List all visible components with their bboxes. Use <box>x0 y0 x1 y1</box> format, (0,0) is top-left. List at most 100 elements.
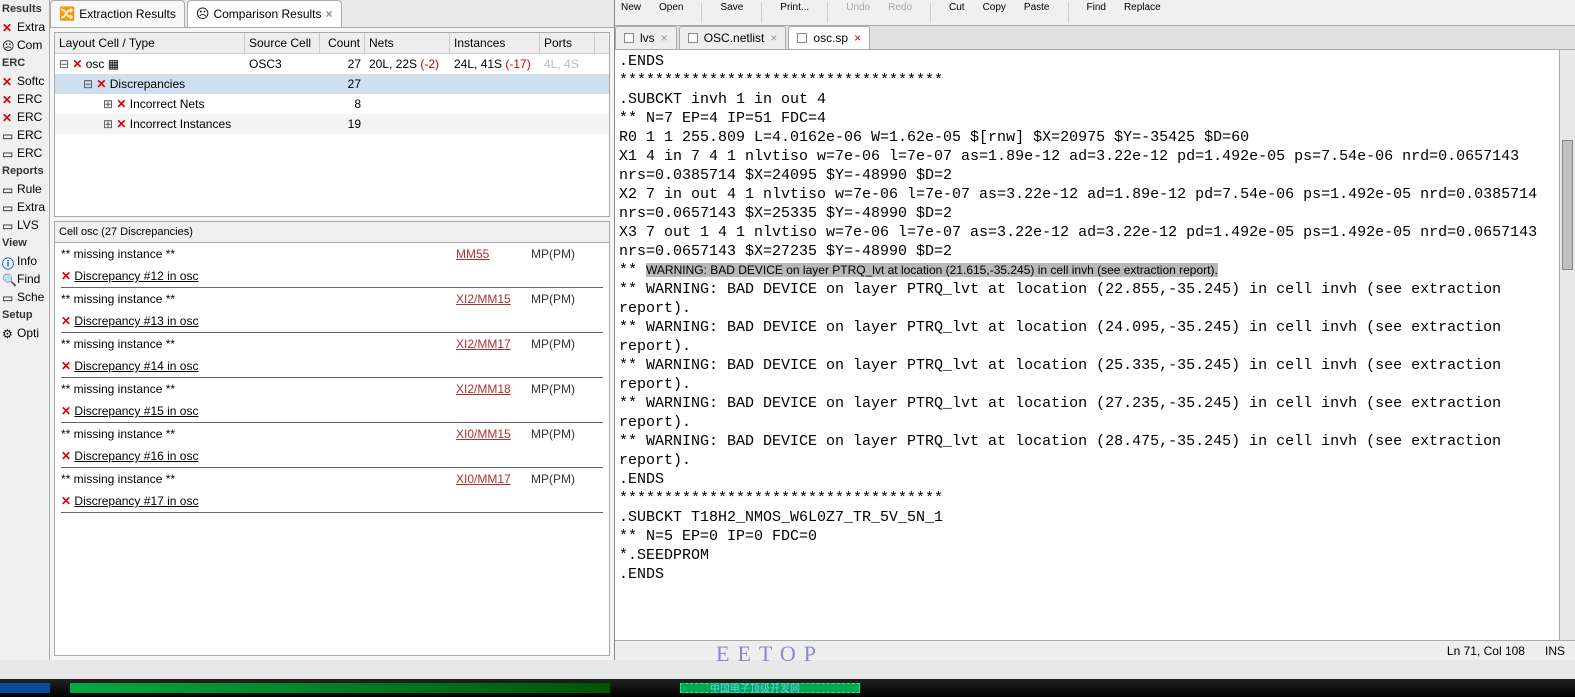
instance-type: MP(PM) <box>531 382 575 396</box>
discrepancy-link[interactable]: Discrepancy #15 in osc <box>74 404 198 418</box>
sidebar-erc1[interactable]: ✕ERC <box>0 90 49 108</box>
tab-oscsp[interactable]: osc.sp× <box>788 26 870 49</box>
taskbar: 中国电子顶级开发网 <box>0 679 1575 697</box>
sidebar-rule[interactable]: ▭Rule <box>0 180 49 198</box>
x-icon: ✕ <box>116 97 126 111</box>
replace-button[interactable]: Replace <box>1124 2 1161 13</box>
instance-type: MP(PM) <box>531 292 575 306</box>
gear-icon: ⚙ <box>2 327 14 339</box>
sidebar-extract[interactable]: ✕Extra <box>0 18 49 36</box>
copy-button[interactable]: Copy <box>983 2 1006 13</box>
close-icon[interactable]: × <box>326 7 333 21</box>
close-icon[interactable]: × <box>661 31 668 45</box>
instance-type: MP(PM) <box>531 472 575 486</box>
tree-row-discrepancies[interactable]: ⊟ ✕ Discrepancies 27 <box>55 74 609 94</box>
sidebar-extra-rpt[interactable]: ▭Extra <box>0 198 49 216</box>
doc-icon: ▭ <box>2 129 14 141</box>
save-button[interactable]: Save <box>720 2 743 13</box>
left-sidebar: Results ✕Extra ☹Com ERC ✕Softc ✕ERC ✕ERC… <box>0 0 50 660</box>
file-icon <box>624 33 634 43</box>
vertical-scrollbar[interactable] <box>1559 50 1575 640</box>
expand-icon[interactable]: ⊞ <box>103 97 113 111</box>
sidebar-erc3[interactable]: ▭ERC <box>0 126 49 144</box>
tree-row-incorrect-instances[interactable]: ⊞ ✕ Incorrect Instances 19 <box>55 114 609 134</box>
tree-header: Layout Cell / Type Source Cell Count Net… <box>55 33 609 54</box>
paste-button[interactable]: Paste <box>1024 2 1050 13</box>
cut-button[interactable]: Cut <box>949 2 965 13</box>
sidebar-info[interactable]: ⓘInfo <box>0 252 49 270</box>
instance-link[interactable]: XI2/MM18 <box>456 382 531 396</box>
cell-icon: ▦ <box>108 57 119 71</box>
undo-button[interactable]: Undo <box>846 2 870 13</box>
find-button[interactable]: Find <box>1087 2 1106 13</box>
col-layout[interactable]: Layout Cell / Type <box>55 33 245 53</box>
sidebar-options[interactable]: ⚙Opti <box>0 324 49 342</box>
tab-comparison[interactable]: ☹Comparison Results× <box>187 0 342 27</box>
sidebar-lvs[interactable]: ▭LVS <box>0 216 49 234</box>
redo-button[interactable]: Redo <box>888 2 912 13</box>
missing-instance-text: ** missing instance ** <box>61 472 456 486</box>
text-editor[interactable]: .ENDS **********************************… <box>615 50 1559 640</box>
reports-header: Reports <box>0 162 49 180</box>
tab-oscnetlist[interactable]: OSC.netlist× <box>679 26 787 49</box>
tree-row-incorrect-nets[interactable]: ⊞ ✕ Incorrect Nets 8 <box>55 94 609 114</box>
tree-row-osc[interactable]: ⊟ ✕ osc ▦ OSC3 27 20L, 22S (-2) 24L, 41S… <box>55 54 609 74</box>
x-icon: ✕ <box>2 93 14 105</box>
sidebar-erc4[interactable]: ▭ERC <box>0 144 49 162</box>
doc-icon: ▭ <box>2 147 14 159</box>
close-icon[interactable]: × <box>770 31 777 45</box>
close-icon[interactable]: × <box>854 31 861 45</box>
x-icon: ✕ <box>96 77 106 91</box>
find-icon: 🔍 <box>2 273 14 285</box>
schem-icon: ▭ <box>2 291 14 303</box>
discrepancy-link[interactable]: Discrepancy #17 in osc <box>74 494 198 508</box>
expand-icon[interactable]: ⊞ <box>103 117 113 131</box>
divider <box>701 3 702 23</box>
discrepancy-link[interactable]: Discrepancy #14 in osc <box>74 359 198 373</box>
tree-icon: 🔀 <box>59 6 75 22</box>
divider <box>761 3 762 23</box>
instance-link[interactable]: MM55 <box>456 247 531 261</box>
missing-instance-text: ** missing instance ** <box>61 292 456 306</box>
sidebar-softc[interactable]: ✕Softc <box>0 72 49 90</box>
col-source[interactable]: Source Cell <box>245 33 320 53</box>
detail-list[interactable]: ** missing instance **MM55MP(PM)✕ Discre… <box>54 242 610 656</box>
col-instances[interactable]: Instances <box>450 33 540 53</box>
instance-link[interactable]: XI0/MM17 <box>456 472 531 486</box>
discrepancy-link[interactable]: Discrepancy #13 in osc <box>74 314 198 328</box>
editor-panel: New Open Save Print... Undo Redo Cut Cop… <box>615 0 1575 660</box>
instance-link[interactable]: XI0/MM15 <box>456 427 531 441</box>
print-button[interactable]: Print... <box>780 2 809 13</box>
collapse-icon[interactable]: ⊟ <box>83 77 93 91</box>
tab-lvs[interactable]: lvs× <box>615 26 677 49</box>
discrepancy-link[interactable]: Discrepancy #16 in osc <box>74 449 198 463</box>
sidebar-schem[interactable]: ▭Sche <box>0 288 49 306</box>
results-panel: 🔀Extraction Results ☹Comparison Results×… <box>50 0 615 660</box>
tab-extraction[interactable]: 🔀Extraction Results <box>50 0 185 27</box>
sidebar-compare[interactable]: ☹Com <box>0 36 49 54</box>
doc-icon: ▭ <box>2 219 14 231</box>
discrepancy-link[interactable]: Discrepancy #12 in osc <box>74 269 198 283</box>
instance-type: MP(PM) <box>531 427 575 441</box>
results-header: Results <box>0 0 49 18</box>
toolbar: New Open Save Print... Undo Redo Cut Cop… <box>615 0 1575 26</box>
new-button[interactable]: New <box>621 2 641 13</box>
sidebar-find[interactable]: 🔍Find <box>0 270 49 288</box>
col-nets[interactable]: Nets <box>365 33 450 53</box>
scroll-thumb[interactable] <box>1562 140 1573 270</box>
instance-type: MP(PM) <box>531 247 575 261</box>
sidebar-erc2[interactable]: ✕ERC <box>0 108 49 126</box>
instance-link[interactable]: XI2/MM15 <box>456 292 531 306</box>
open-button[interactable]: Open <box>659 2 683 13</box>
col-count[interactable]: Count <box>320 33 365 53</box>
file-icon <box>688 33 698 43</box>
x-icon: ✕ <box>61 404 71 418</box>
collapse-icon[interactable]: ⊟ <box>59 57 69 71</box>
view-header: View <box>0 234 49 252</box>
instance-link[interactable]: XI2/MM17 <box>456 337 531 351</box>
x-icon: ✕ <box>116 117 126 131</box>
col-ports[interactable]: Ports <box>540 33 595 53</box>
setup-header: Setup <box>0 306 49 324</box>
tree-view: Layout Cell / Type Source Cell Count Net… <box>54 32 610 217</box>
x-icon: ✕ <box>61 314 71 328</box>
